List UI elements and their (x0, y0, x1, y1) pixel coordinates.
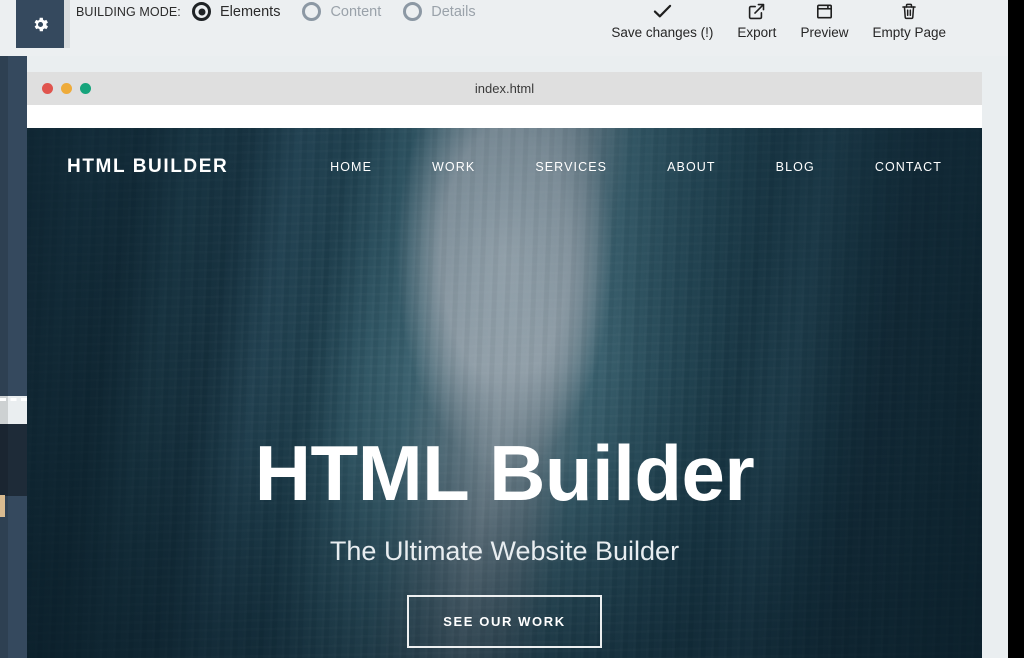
browser-content-top-pad (27, 105, 982, 128)
mode-label-content: Content (330, 3, 382, 20)
browser-title: index.html (474, 81, 535, 96)
site-preview: HTML BUILDER HOME WORK SERVICES ABOUT BL… (27, 128, 982, 658)
preview-button[interactable]: Preview (788, 2, 860, 40)
external-link-icon (748, 2, 765, 20)
sidebar-edge-shadow (0, 48, 8, 658)
nav-link-services[interactable]: SERVICES (535, 160, 607, 174)
building-mode-radio-group: Elements Content Details (192, 2, 498, 21)
browser-preview-window: index.html HTML BUILDER HOME WORK SERVIC… (27, 72, 982, 658)
building-mode-label: BUILDING MODE: (76, 5, 181, 19)
editor-workspace: BUILDING MODE: Elements Content Details (0, 0, 1008, 658)
empty-page-label: Empty Page (872, 25, 946, 40)
preview-label: Preview (800, 25, 849, 40)
mode-label-details: Details (431, 3, 476, 20)
empty-page-button[interactable]: Empty Page (860, 2, 958, 40)
toolbar-actions: Save changes (!) Export Preview Empty Pa… (599, 2, 958, 40)
sidebar-highlight-marker (0, 495, 5, 517)
radio-icon-elements (192, 2, 211, 21)
window-controls (42, 83, 91, 94)
hero-subtitle: The Ultimate Website Builder (329, 536, 680, 566)
close-dot-icon[interactable] (42, 83, 53, 94)
toolbar-divider (64, 0, 70, 48)
radio-icon-details (403, 2, 423, 21)
export-label: Export (737, 25, 777, 40)
hero-title: HTML Builder (254, 429, 755, 517)
trash-icon (901, 2, 917, 20)
mode-radio-elements[interactable]: Elements (192, 2, 280, 21)
nav-link-about[interactable]: ABOUT (667, 160, 716, 174)
nav-link-home[interactable]: HOME (330, 160, 372, 174)
site-navbar: HTML BUILDER HOME WORK SERVICES ABOUT BL… (27, 128, 982, 206)
export-button[interactable]: Export (725, 2, 788, 40)
nav-link-blog[interactable]: BLOG (776, 160, 815, 174)
left-sidebar-strip[interactable] (0, 48, 27, 658)
top-toolbar: BUILDING MODE: Elements Content Details (0, 0, 1008, 56)
settings-gear-button[interactable] (16, 0, 64, 48)
mode-radio-content[interactable]: Content (302, 2, 381, 21)
browser-chrome-bar: index.html (27, 72, 982, 105)
mode-radio-details[interactable]: Details (403, 2, 476, 21)
hero-cta-button[interactable]: SEE OUR WORK (407, 595, 602, 648)
minimize-dot-icon[interactable] (61, 83, 72, 94)
save-changes-label: Save changes (!) (611, 25, 714, 40)
mode-label-elements: Elements (220, 3, 281, 20)
right-black-band (1008, 0, 1024, 658)
nav-link-contact[interactable]: CONTACT (875, 160, 942, 174)
nav-link-work[interactable]: WORK (432, 160, 475, 174)
hero-content: HTML Builder The Ultimate Website Builde… (27, 434, 982, 648)
sidebar-drop-indicator (0, 398, 27, 401)
check-icon (653, 2, 672, 20)
window-icon (816, 2, 833, 20)
app-root: BUILDING MODE: Elements Content Details (0, 0, 1024, 658)
site-nav-links: HOME WORK SERVICES ABOUT BLOG CONTACT (330, 160, 942, 174)
save-changes-button[interactable]: Save changes (!) (599, 2, 725, 40)
maximize-dot-icon[interactable] (80, 83, 91, 94)
gear-icon (31, 15, 50, 34)
radio-icon-content (302, 2, 322, 21)
site-brand[interactable]: HTML BUILDER (67, 156, 228, 178)
